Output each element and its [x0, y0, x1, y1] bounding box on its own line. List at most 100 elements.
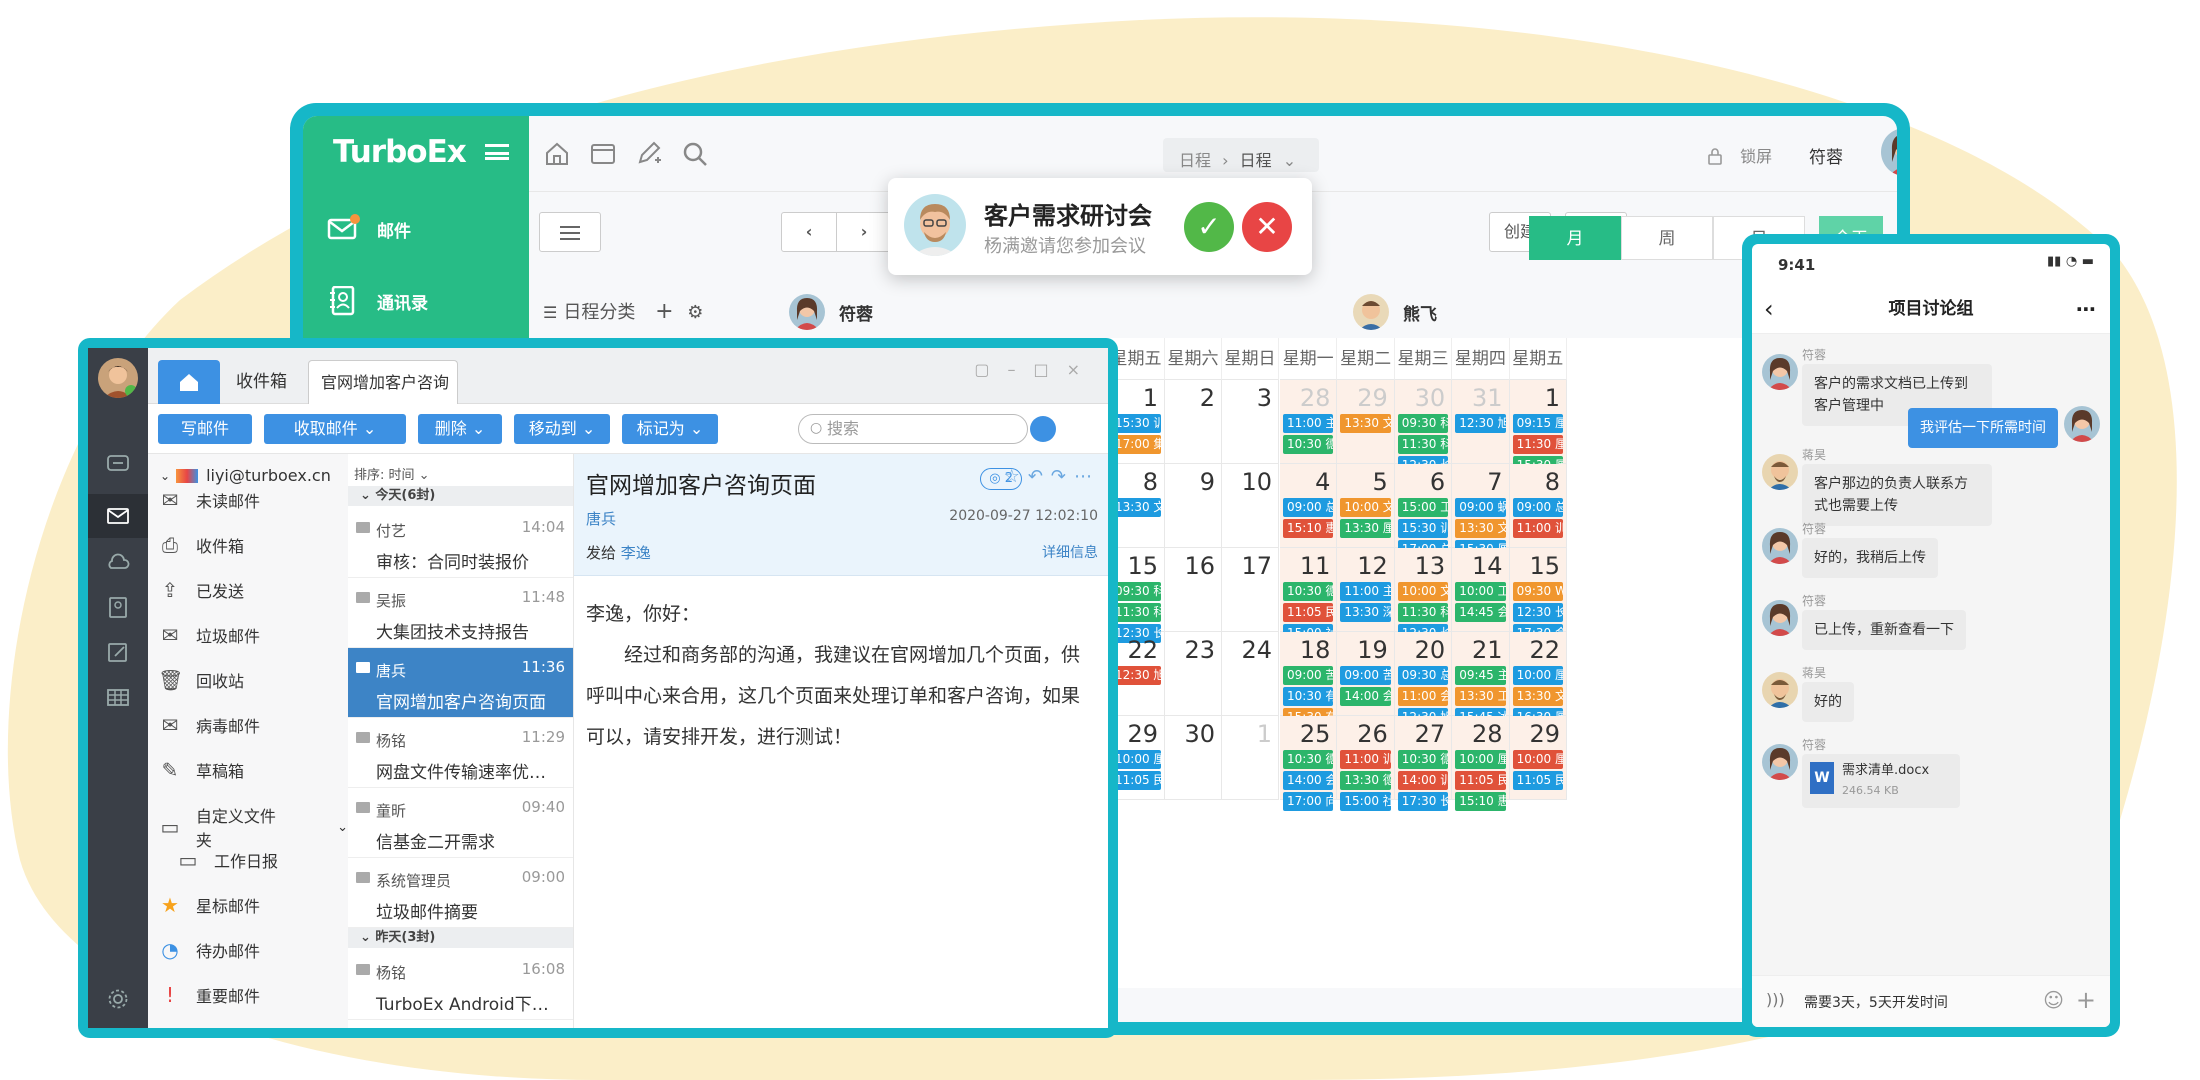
day-cell[interactable]: 26 11:00 训... 13:30 德... 15:00 社... [1337, 716, 1395, 811]
calendar-event[interactable]: 14:00 会... [1340, 687, 1391, 706]
calendar-event[interactable]: 15:30 训... [1111, 414, 1161, 433]
calendar-event[interactable]: 13:30 文... [1111, 498, 1161, 517]
table-icon[interactable] [106, 686, 130, 708]
menu-icon[interactable] [485, 144, 509, 160]
gear-icon[interactable]: ⚙ [687, 302, 703, 323]
calendar-event[interactable]: 14:00 训... [1397, 771, 1449, 790]
calendar-event[interactable]: 12:30 旭... [1455, 414, 1506, 433]
day-cell[interactable]: 14 10:00 工... 14:45 会... [1452, 548, 1510, 632]
mail-sender[interactable]: 唐兵 [586, 508, 616, 529]
calendar-event[interactable]: 09:30 科... [1397, 414, 1449, 433]
reply-icon[interactable]: ↶ [1028, 466, 1051, 487]
calendar-event[interactable]: 11:05 民... [1512, 771, 1563, 790]
calendar-event[interactable]: 09:00 蜗... [1455, 498, 1506, 517]
day-cell[interactable]: 24 [1222, 632, 1279, 716]
folder-item[interactable]: ⎙ 收件箱 [158, 533, 244, 557]
calendar-event[interactable]: 09:45 主... [1455, 666, 1506, 685]
folder-item[interactable]: ⇪ 已发送 [158, 578, 244, 602]
calendar-event[interactable]: 13:30 工... [1455, 687, 1506, 706]
calendar-event[interactable]: 10:30 德... [1283, 582, 1334, 601]
day-cell[interactable]: 2210:00 厘...13:30 文...16:30 厘... [1509, 632, 1567, 727]
calendar-event[interactable]: 11:30 科... [1397, 435, 1449, 454]
receive-button[interactable]: 收取邮件 ⌄ [264, 414, 406, 444]
folder-item[interactable]: ★ 星标邮件 [158, 893, 260, 917]
layout-toggle-icon[interactable] [1030, 416, 1056, 442]
calendar-event[interactable]: 15:00 社... [1340, 792, 1391, 811]
compose-button[interactable]: 写邮件 [158, 414, 252, 444]
list-menu-button[interactable] [539, 212, 601, 252]
calendar-event[interactable]: 10:30 德... [1283, 750, 1334, 769]
gear-icon[interactable] [106, 988, 130, 1010]
calendar-event[interactable]: 11:00 会... [1397, 687, 1449, 706]
list-item[interactable]: 付艺 14:04 审核：合同时装报价 [348, 508, 573, 578]
move-to-button[interactable]: 移动到 ⌄ [514, 414, 610, 444]
tab-week[interactable]: 周 [1621, 216, 1713, 260]
edit-icon[interactable] [635, 140, 663, 168]
day-cell[interactable]: 8 09:00 总... 11:00 训... [1509, 464, 1567, 548]
folder-item[interactable]: ▭ 工作日报 [176, 848, 278, 872]
folder-item[interactable]: ✉ 未读邮件 [158, 488, 260, 512]
sort-selector[interactable]: 排序: 时间 ⌄ [354, 464, 430, 483]
minimize-icon[interactable]: – [1007, 360, 1033, 379]
calendar-event[interactable]: 11:30 科... [1111, 603, 1161, 622]
person-fu-rong[interactable]: 符蓉 [789, 294, 873, 330]
calendar-event[interactable]: 10:00 文... [1397, 582, 1449, 601]
list-item[interactable]: 杨铭15:42 [348, 1020, 573, 1028]
day-cell[interactable]: 9 [1165, 464, 1222, 548]
day-cell[interactable]: 10 [1222, 464, 1279, 548]
folder-item[interactable]: ✉ 病毒邮件 [158, 713, 260, 737]
calendar-event[interactable]: 13:30 文... [1340, 414, 1391, 433]
calendar-event[interactable]: 11:05 民... [1455, 771, 1506, 790]
calendar-event[interactable]: 13:30 文... [1455, 519, 1506, 538]
home-tab[interactable] [158, 360, 220, 404]
lock-screen-button[interactable]: 锁屏 [1707, 143, 1772, 167]
calendar-event[interactable]: 14:45 会... [1455, 603, 1506, 622]
day-cell[interactable]: 31 12:30 旭... [1452, 380, 1510, 464]
accept-button[interactable]: ✓ [1184, 202, 1234, 252]
prev-button[interactable]: ‹ [781, 212, 837, 252]
day-cell[interactable]: 28 10:00 厘... 11:05 民... 15:10 惠... [1452, 716, 1510, 811]
day-cell[interactable]: 4 09:00 总... 15:10 惠... [1280, 464, 1338, 548]
calendar-event[interactable]: 11:05 民... [1111, 771, 1161, 790]
day-cell[interactable]: 109:15 厘...11:30 厘...15:30 厘... [1509, 380, 1567, 475]
calendar-event[interactable]: 11:00 主... [1340, 582, 1391, 601]
tab-current-mail[interactable]: 官网增加客户咨询页面 × [308, 360, 458, 436]
day-cell[interactable]: 30 [1165, 716, 1222, 800]
list-item[interactable]: 杨铭 11:29 网盘文件传输速率优… [348, 718, 573, 788]
folder-item[interactable]: ! 重要邮件 [158, 983, 260, 1007]
emoji-icon[interactable]: ☺ [2043, 988, 2064, 1012]
sidebar-item-mail[interactable]: 邮件 [327, 214, 411, 244]
recipient-name[interactable]: 李逸 [621, 544, 651, 562]
folder-item[interactable]: ✉ 垃圾邮件 [158, 623, 260, 647]
add-icon[interactable]: + [2076, 986, 2096, 1014]
list-item[interactable]: 童昕 09:40 信基金二开需求 [348, 788, 573, 858]
calendar-event[interactable]: 15:10 惠... [1283, 519, 1334, 538]
day-cell[interactable]: 12 11:00 主... 13:30 深... [1337, 548, 1395, 632]
calendar-event[interactable]: 09:30 总... [1397, 666, 1449, 685]
next-button[interactable]: › [836, 212, 892, 252]
day-cell[interactable]: 23 [1165, 632, 1222, 716]
calendar-event[interactable]: 10:00 文... [1340, 498, 1391, 517]
day-cell[interactable]: 709:00 蜗...13:30 文...15:30 厘... [1452, 464, 1510, 559]
mark-as-button[interactable]: 标记为 ⌄ [622, 414, 718, 444]
details-link[interactable]: 详细信息 [1042, 542, 1098, 562]
calendar-event[interactable]: 13:30 文... [1512, 687, 1563, 706]
calendar-event[interactable]: 09:00 总... [1512, 498, 1563, 517]
calendar-event[interactable]: 10:30 有... [1283, 687, 1334, 706]
day-cell[interactable]: 1110:30 德...11:05 民...15:00 社... [1280, 548, 1338, 643]
user-avatar[interactable] [1881, 128, 1897, 176]
calendar-event[interactable]: 09:30 科... [1111, 582, 1161, 601]
file-attachment[interactable]: W 需求清单.docx 246.54 KB [1802, 754, 1960, 808]
calendar-event[interactable]: 12:30 长... [1512, 603, 1563, 622]
day-cell[interactable]: 1 [1222, 716, 1279, 800]
list-item[interactable]: 吴振 11:48 大集团技术支持报告 [348, 578, 573, 648]
calendar-event[interactable]: 11:00 训... [1340, 750, 1391, 769]
schedule-category[interactable]: ☰ 日程分类 + ⚙ [543, 298, 703, 324]
calendar-event[interactable]: 15:10 惠... [1455, 792, 1506, 811]
day-cell[interactable]: 2009:30 总...11:00 会...12:30 旭... [1394, 632, 1453, 727]
day-cell[interactable]: 27 10:30 德... 14:00 训... 17:30 长... [1394, 716, 1453, 811]
calendar-event[interactable]: 10:30 德... [1283, 435, 1334, 454]
calendar-event[interactable]: 17:00 集... [1111, 435, 1161, 454]
calendar-event[interactable]: 11:05 民... [1283, 603, 1334, 622]
back-icon[interactable]: ‹ [1764, 284, 1774, 334]
